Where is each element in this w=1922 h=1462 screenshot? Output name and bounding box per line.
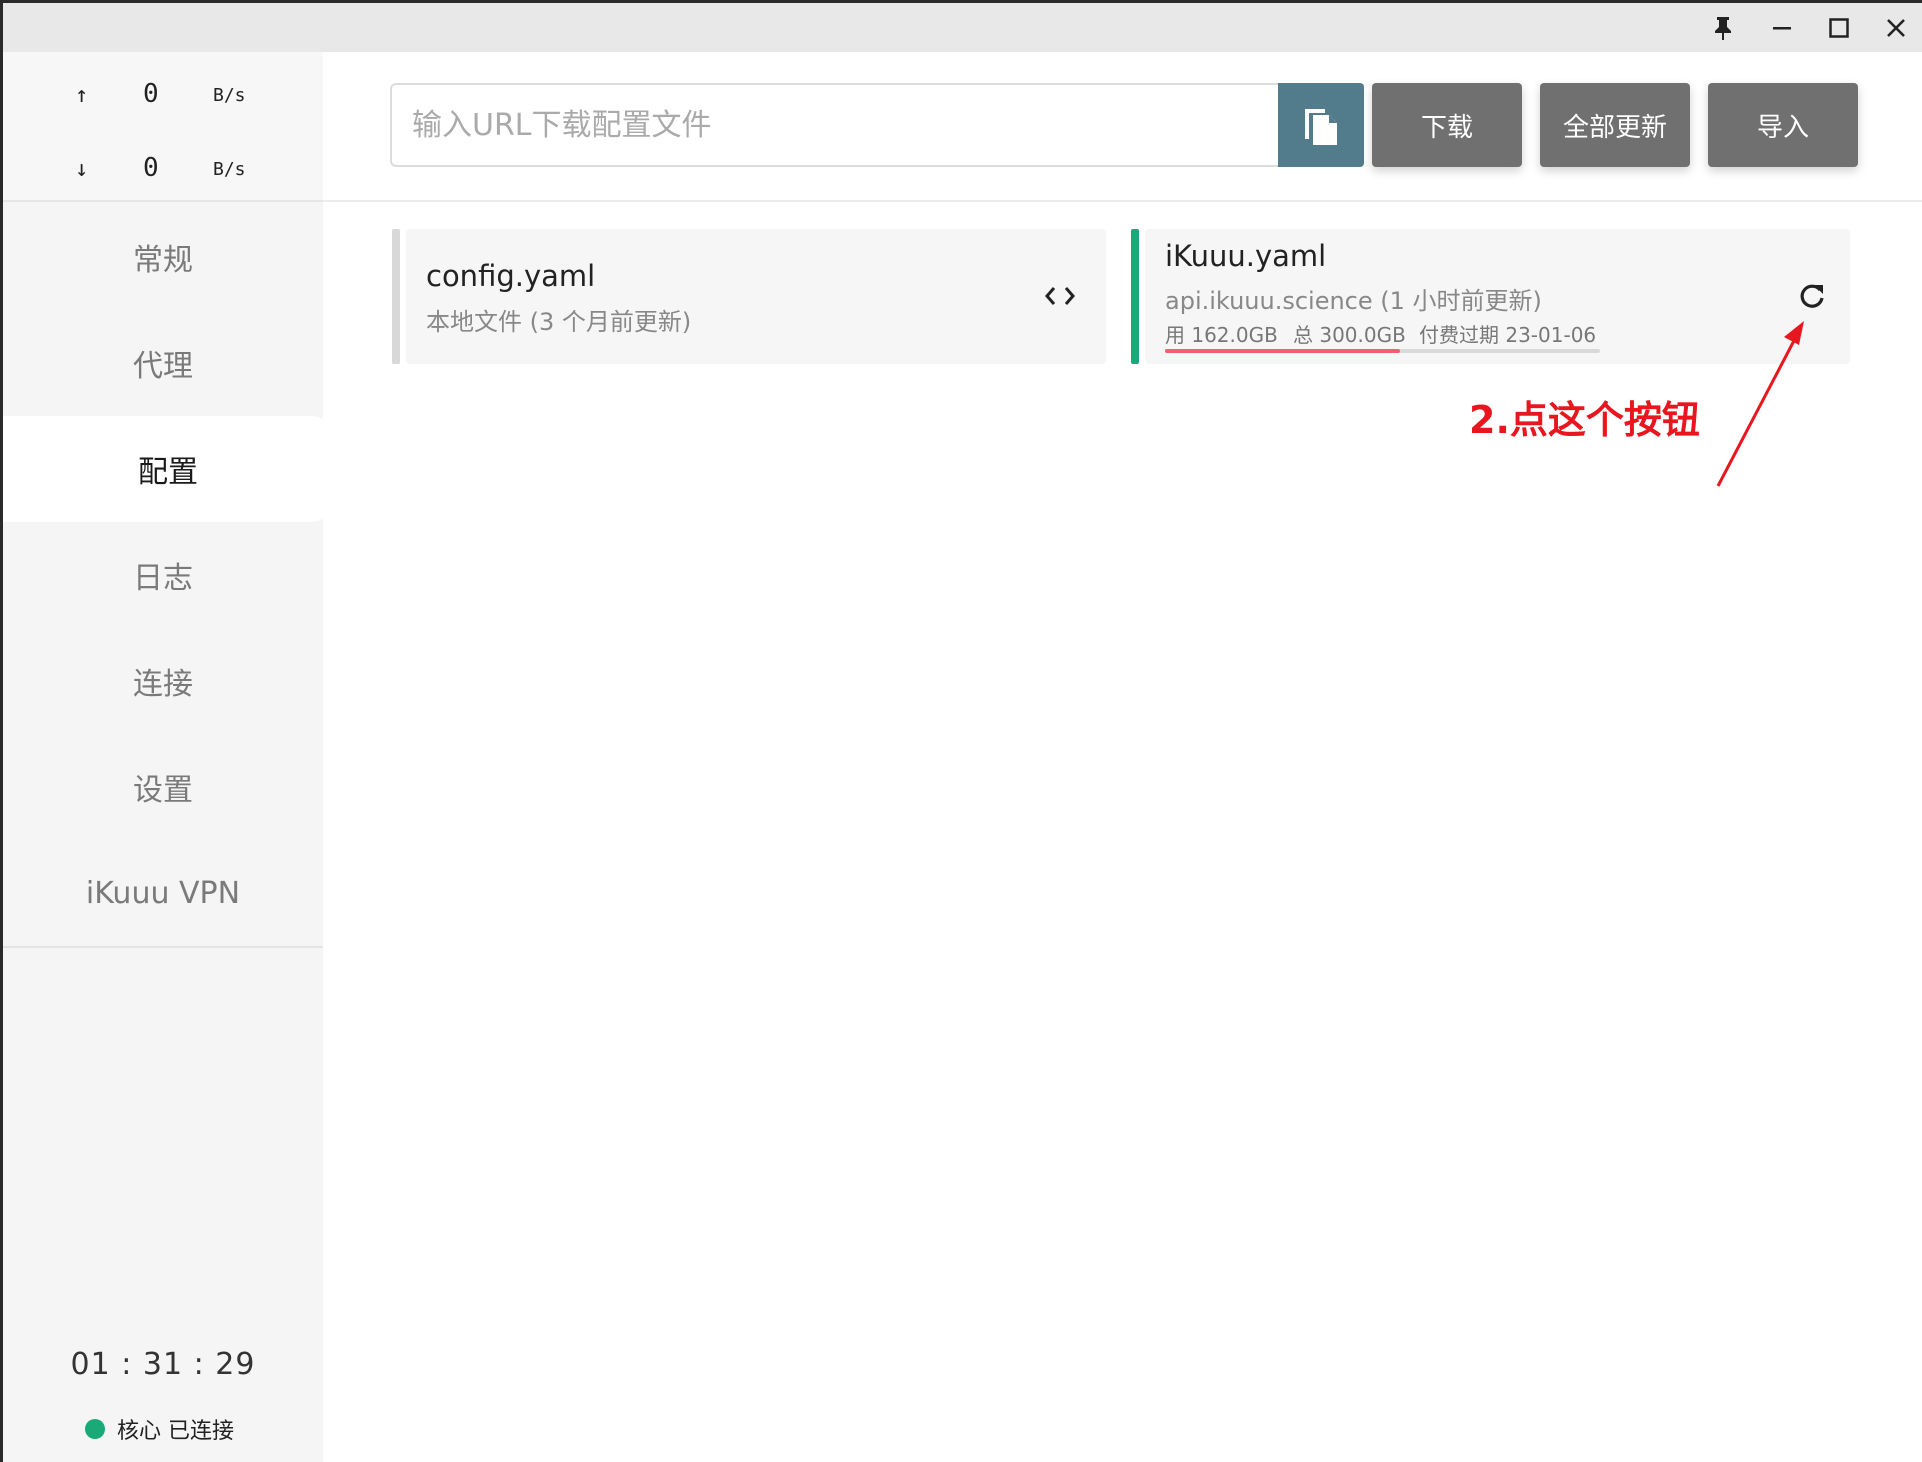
traffic-panel: ↑ 0 B/s ↓ 0 B/s <box>3 52 323 202</box>
sidebar-item-profiles[interactable]: 配置 <box>3 416 333 522</box>
annotation-text: 2.点这个按钮 <box>1469 398 1700 442</box>
sidebar-item-proxies[interactable]: 代理 <box>3 310 323 416</box>
uptime-clock: 01 : 31 : 29 <box>70 1347 256 1382</box>
profile-source: 本地文件 (3 个月前更新) <box>426 308 692 336</box>
download-unit: B/s <box>213 159 246 180</box>
profile-total: 总 300.0GB <box>1293 323 1406 347</box>
profile-indicator <box>392 229 400 364</box>
profile-expire: 付费过期 23-01-06 <box>1419 323 1597 347</box>
toolbar-divider <box>323 200 1922 202</box>
paste-button[interactable] <box>1278 83 1364 167</box>
usage-progress-bar <box>1165 349 1600 353</box>
core-status: 核心 已连接 <box>85 1413 234 1445</box>
profile-active-indicator <box>1131 229 1139 364</box>
pin-icon[interactable] <box>1700 3 1746 52</box>
upload-speed: ↑ 0 B/s <box>3 75 323 115</box>
sidebar-item-ikuuu-vpn[interactable]: iKuuu VPN <box>3 840 323 946</box>
refresh-icon[interactable] <box>1797 281 1827 311</box>
title-bar <box>3 3 1922 52</box>
download-button[interactable]: 下载 <box>1372 83 1522 167</box>
sidebar-divider <box>3 946 323 948</box>
profile-used: 用 162.0GB <box>1165 323 1278 347</box>
download-arrow-icon: ↓ <box>75 157 89 182</box>
app-window: ↑ 0 B/s ↓ 0 B/s 常规 代理 配置 日志 连接 设置 iKuuu … <box>0 0 1922 1462</box>
maximize-icon[interactable] <box>1816 3 1862 52</box>
import-button[interactable]: 导入 <box>1708 83 1858 167</box>
sidebar-item-connections[interactable]: 连接 <box>3 628 323 734</box>
profile-name: config.yaml <box>426 259 596 293</box>
profile-name: iKuuu.yaml <box>1165 239 1327 273</box>
update-all-button[interactable]: 全部更新 <box>1540 83 1690 167</box>
main-panel: 下载 全部更新 导入 config.yaml 本地文件 (3 个月前更新) iK… <box>323 52 1922 1462</box>
sidebar: ↑ 0 B/s ↓ 0 B/s 常规 代理 配置 日志 连接 设置 iKuuu … <box>3 52 333 1462</box>
upload-unit: B/s <box>213 85 246 106</box>
status-dot-icon <box>85 1419 105 1439</box>
upload-value: 0 <box>143 79 159 109</box>
upload-arrow-icon: ↑ <box>75 83 89 108</box>
close-icon[interactable] <box>1873 3 1919 52</box>
download-value: 0 <box>143 153 159 183</box>
code-icon[interactable] <box>1043 281 1077 311</box>
paste-icon <box>1305 109 1337 145</box>
usage-progress-fill <box>1165 349 1400 353</box>
sidebar-item-settings[interactable]: 设置 <box>3 734 323 840</box>
core-status-label: 核心 已连接 <box>117 1419 234 1444</box>
minimize-icon[interactable] <box>1759 3 1805 52</box>
url-input[interactable] <box>390 83 1280 167</box>
profile-card-config[interactable]: config.yaml 本地文件 (3 个月前更新) <box>392 229 1106 364</box>
sidebar-item-logs[interactable]: 日志 <box>3 522 323 628</box>
download-speed: ↓ 0 B/s <box>3 149 323 189</box>
profile-card-ikuuu[interactable]: iKuuu.yaml api.ikuuu.science (1 小时前更新) 用… <box>1131 229 1850 364</box>
profile-source: api.ikuuu.science (1 小时前更新) <box>1165 287 1542 315</box>
sidebar-item-general[interactable]: 常规 <box>3 204 323 310</box>
